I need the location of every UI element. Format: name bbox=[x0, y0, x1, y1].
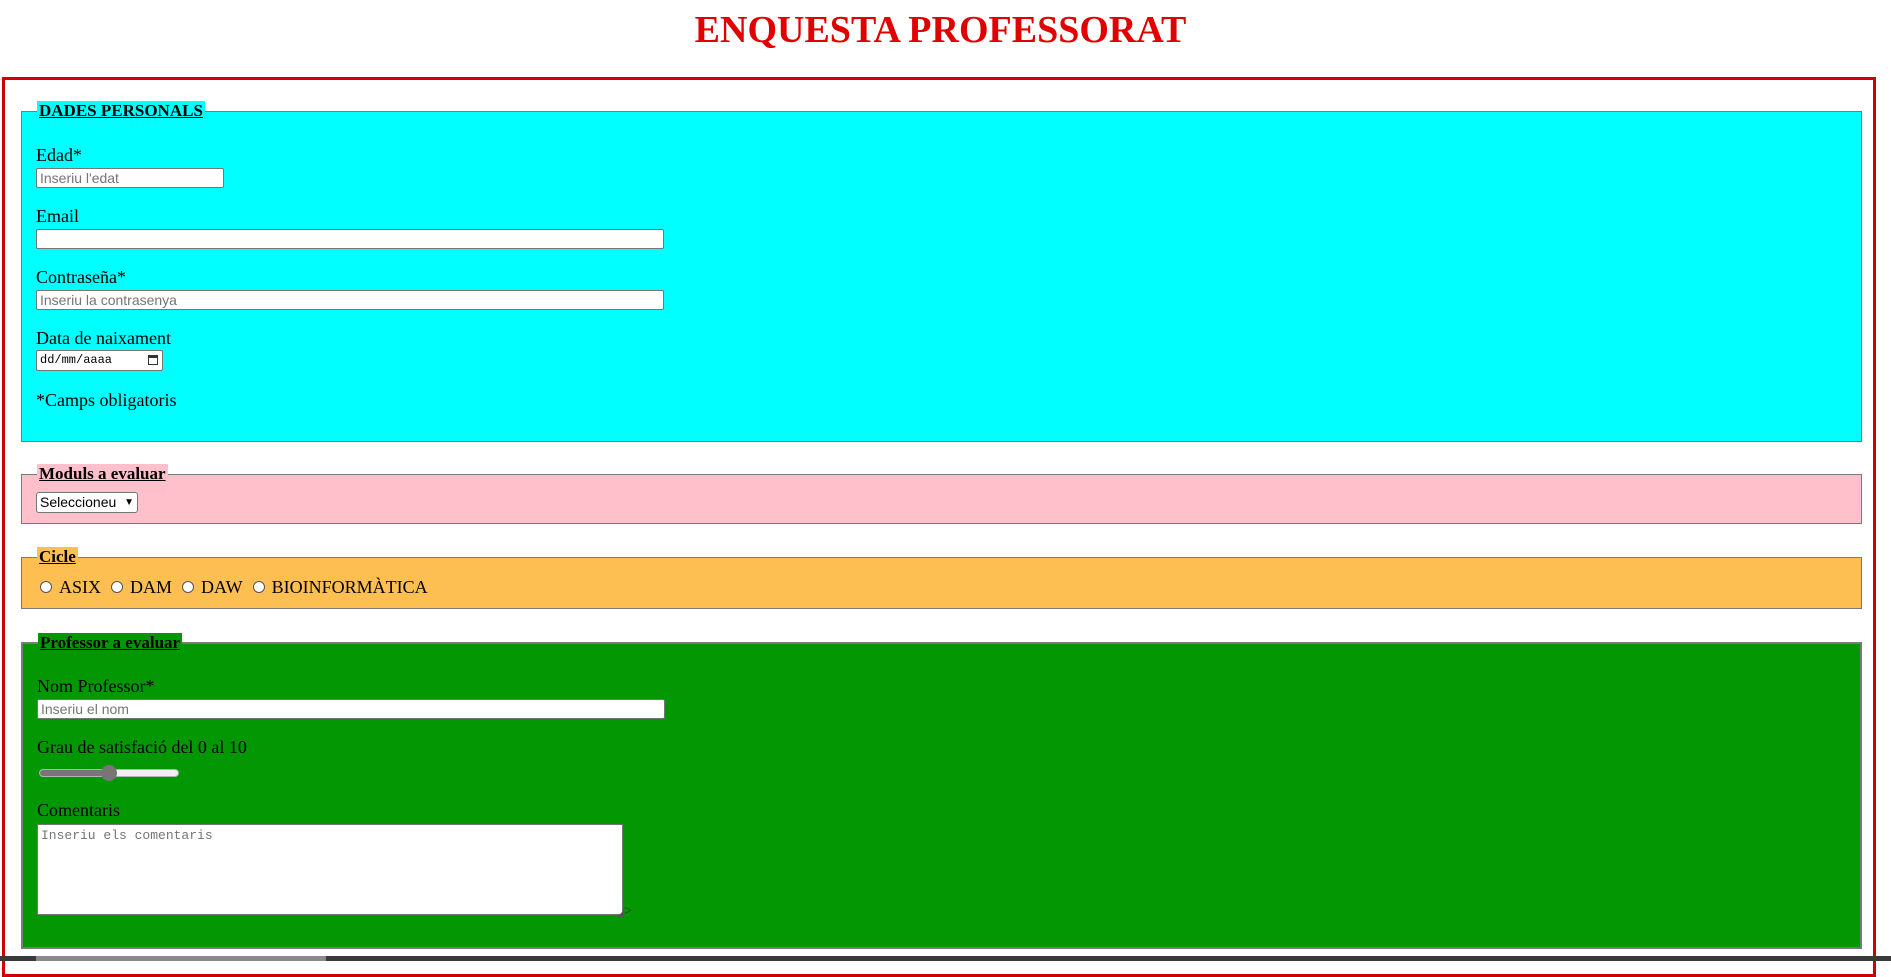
cicle-section: Cicle ASIX DAM DAW BIOINFORMÀTICA bbox=[21, 547, 1862, 609]
comments-label: Comentaris bbox=[37, 800, 120, 820]
radio-label-asix: ASIX bbox=[59, 577, 102, 597]
modules-select-value: Seleccioneu bbox=[40, 494, 117, 510]
calendar-icon[interactable] bbox=[148, 355, 158, 365]
age-input[interactable] bbox=[36, 168, 224, 188]
modules-section: Moduls a evaluar Seleccioneu ▼ bbox=[21, 464, 1862, 524]
radio-label-bioinformatica: BIOINFORMÀTICA bbox=[271, 577, 428, 597]
radio-dam[interactable] bbox=[111, 580, 124, 593]
taskbar bbox=[0, 956, 1891, 961]
radio-asix[interactable] bbox=[40, 580, 52, 593]
birth-date-label: Data de naixament bbox=[36, 328, 171, 348]
personal-data-section: DADES PERSONALS Edad* Email Contraseña* … bbox=[21, 101, 1862, 442]
taskbar-item[interactable] bbox=[36, 956, 326, 961]
personal-data-legend: DADES PERSONALS bbox=[37, 101, 205, 121]
radio-label-daw: DAW bbox=[201, 577, 243, 597]
chevron-down-icon: ▼ bbox=[124, 497, 134, 508]
professor-name-input[interactable] bbox=[37, 699, 665, 719]
satisfaction-label: Grau de satisfació del 0 al 10 bbox=[37, 737, 247, 757]
professor-legend: Professor a evaluar bbox=[38, 633, 183, 653]
cicle-radio-group: ASIX DAM DAW BIOINFORMÀTICA bbox=[40, 577, 438, 598]
required-fields-note: *Camps obligatoris bbox=[36, 390, 177, 410]
resize-handle-icon[interactable]: ◢ bbox=[617, 908, 624, 919]
radio-bioinformatica[interactable] bbox=[252, 580, 265, 593]
slider-thumb[interactable] bbox=[101, 765, 117, 781]
modules-select[interactable]: Seleccioneu ▼ bbox=[36, 492, 138, 513]
email-label: Email bbox=[36, 206, 79, 226]
radio-label-dam: DAM bbox=[130, 577, 173, 597]
email-field[interactable] bbox=[36, 229, 664, 249]
submit-button[interactable]: > bbox=[624, 904, 632, 920]
cicle-legend: Cicle bbox=[37, 547, 78, 567]
radio-daw[interactable] bbox=[182, 580, 195, 593]
satisfaction-slider[interactable] bbox=[39, 765, 179, 781]
password-field[interactable] bbox=[36, 290, 664, 310]
professor-section: Professor a evaluar Nom Professor* Grau … bbox=[21, 633, 1862, 949]
birth-date-placeholder: dd/mm/aaaa bbox=[40, 353, 113, 367]
page-title: ENQUESTA PROFESSORAT bbox=[694, 9, 1187, 51]
professor-name-label: Nom Professor* bbox=[37, 676, 155, 696]
modules-legend: Moduls a evaluar bbox=[37, 464, 168, 484]
comments-textarea[interactable] bbox=[37, 824, 623, 915]
slider-fill bbox=[40, 770, 109, 776]
password-label: Contraseña* bbox=[36, 267, 126, 287]
birth-date-input[interactable]: dd/mm/aaaa bbox=[36, 350, 163, 371]
age-label: Edad* bbox=[36, 145, 82, 165]
